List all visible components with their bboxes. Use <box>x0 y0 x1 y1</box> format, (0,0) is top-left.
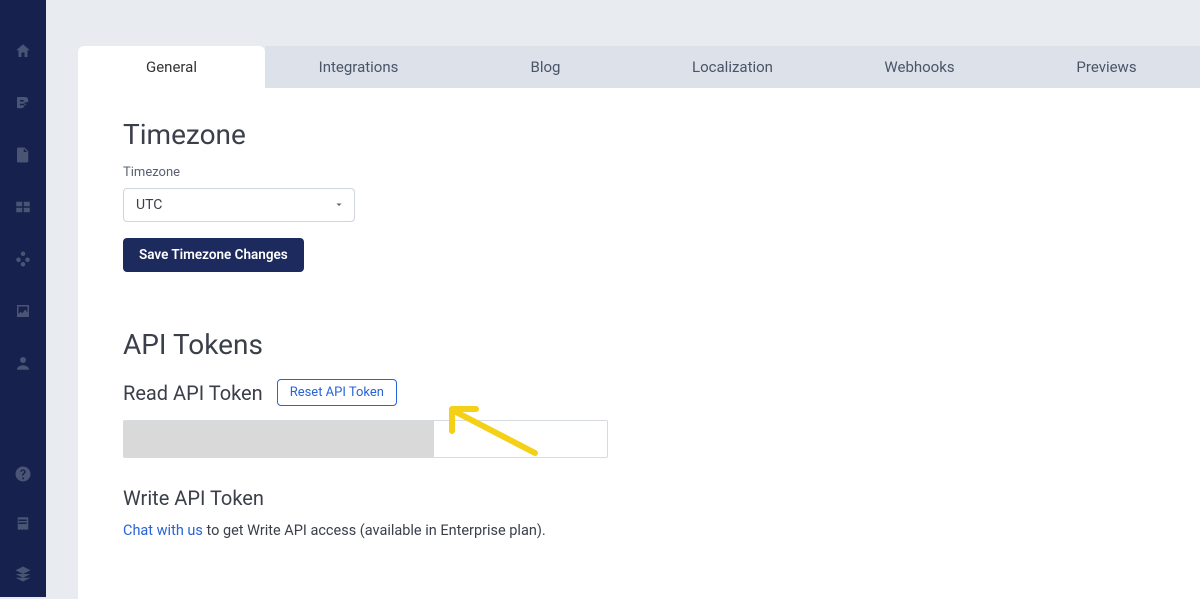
users-icon[interactable] <box>12 352 34 374</box>
timezone-title: Timezone <box>123 118 1155 151</box>
book-icon[interactable] <box>12 513 34 535</box>
timezone-select-wrap: UTC <box>123 188 355 222</box>
tab-integrations[interactable]: Integrations <box>265 46 452 88</box>
sidebar <box>0 0 46 597</box>
tab-localization[interactable]: Localization <box>639 46 826 88</box>
write-token-title: Write API Token <box>123 486 1155 510</box>
image-icon[interactable] <box>12 300 34 322</box>
help-icon[interactable] <box>12 463 34 485</box>
write-token-help-suffix: to get Write API access (available in En… <box>203 522 546 539</box>
api-tokens-title: API Tokens <box>123 328 1155 361</box>
components-icon[interactable] <box>12 248 34 270</box>
save-timezone-button[interactable]: Save Timezone Changes <box>123 238 304 272</box>
read-token-title: Read API Token <box>123 381 263 405</box>
tab-general[interactable]: General <box>78 46 265 88</box>
token-mask <box>124 421 434 457</box>
read-token-row: Read API Token Reset API Token <box>123 379 1155 406</box>
blog-icon[interactable] <box>12 92 34 114</box>
api-section: API Tokens Read API Token Reset API Toke… <box>123 328 1155 539</box>
page-icon[interactable] <box>12 144 34 166</box>
layers-icon[interactable] <box>12 563 34 585</box>
tab-blog[interactable]: Blog <box>452 46 639 88</box>
grid-icon[interactable] <box>12 196 34 218</box>
content: General Integrations Blog Localization W… <box>78 46 1200 599</box>
tabs: General Integrations Blog Localization W… <box>78 46 1200 88</box>
home-icon[interactable] <box>12 40 34 62</box>
timezone-label: Timezone <box>123 165 1155 180</box>
sidebar-top <box>12 40 34 463</box>
chat-with-us-link[interactable]: Chat with us <box>123 522 203 539</box>
sidebar-bottom <box>12 463 34 597</box>
tab-previews[interactable]: Previews <box>1013 46 1200 88</box>
timezone-select[interactable]: UTC <box>123 188 355 222</box>
reset-api-token-button[interactable]: Reset API Token <box>277 379 397 406</box>
tab-webhooks[interactable]: Webhooks <box>826 46 1013 88</box>
read-token-input[interactable] <box>123 420 608 458</box>
write-token-help: Chat with us to get Write API access (av… <box>123 522 1155 539</box>
write-token-section: Write API Token Chat with us to get Writ… <box>123 486 1155 539</box>
panel: Timezone Timezone UTC Save Timezone Chan… <box>78 88 1200 599</box>
